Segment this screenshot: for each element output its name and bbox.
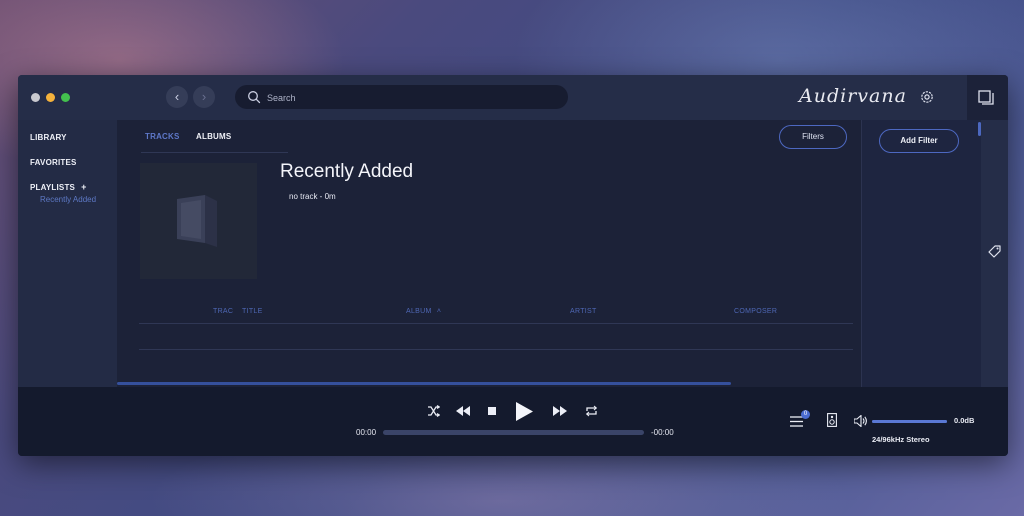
sidebar: LIBRARY FAVORITES PLAYLISTS + Recently Ad… <box>18 120 117 387</box>
settings-icon[interactable] <box>920 90 934 104</box>
main-content: TRACKS ALBUMS Filters Recently Added no … <box>117 120 861 387</box>
forward-button[interactable]: › <box>193 86 215 108</box>
filter-panel: Add Filter <box>861 120 982 387</box>
playback-progress-bar[interactable] <box>383 430 644 435</box>
search-input[interactable] <box>265 85 559 111</box>
column-header-title[interactable]: TITLE <box>242 308 263 315</box>
search-bar <box>235 85 568 111</box>
mini-player-toggle[interactable] <box>967 75 1008 120</box>
horizontal-scrollbar[interactable] <box>117 382 731 385</box>
table-header-divider <box>139 323 853 324</box>
speaker-device-icon[interactable] <box>827 413 837 427</box>
volume-slider[interactable] <box>872 420 947 423</box>
playlist-cover <box>140 163 257 279</box>
column-header-artist[interactable]: ARTIST <box>570 308 597 315</box>
repeat-icon[interactable] <box>585 405 598 417</box>
app-window: ‹ › Audirvana LIBRARY FAVORITES <box>18 75 1008 456</box>
album-placeholder-icon <box>177 195 217 247</box>
column-header-track[interactable]: TRAC <box>213 308 233 315</box>
stop-icon[interactable] <box>488 407 496 415</box>
volume-icon[interactable] <box>854 415 868 427</box>
volume-slider-fill <box>872 420 947 423</box>
close-window-button[interactable] <box>31 93 40 102</box>
queue-count-badge: 0 <box>801 410 810 419</box>
sidebar-item-favorites[interactable]: FAVORITES <box>30 158 77 167</box>
app-logo: Audirvana <box>799 85 907 107</box>
play-icon[interactable] <box>515 402 533 421</box>
audio-format-label: 24/96kHz Stereo <box>872 435 930 444</box>
player-bar: 00:00 -00:00 0 0.0dB 24/96kHz Stereo <box>18 387 1008 456</box>
volume-db-readout: 0.0dB <box>954 416 975 425</box>
tag-icon[interactable] <box>988 245 1001 258</box>
mini-player-icon <box>978 90 994 105</box>
previous-icon[interactable] <box>456 406 470 416</box>
sidebar-item-library[interactable]: LIBRARY <box>30 133 67 142</box>
table-row-divider <box>139 349 853 350</box>
playlist-title: Recently Added <box>280 161 414 182</box>
tab-albums[interactable]: ALBUMS <box>196 132 231 141</box>
column-header-album-label: ALBUM <box>406 308 432 315</box>
add-playlist-button[interactable]: + <box>81 182 86 192</box>
elapsed-time: 00:00 <box>356 428 377 437</box>
tab-divider <box>141 152 288 153</box>
shuffle-icon[interactable] <box>427 405 440 417</box>
title-bar: ‹ › Audirvana <box>18 75 1008 120</box>
search-icon <box>248 91 261 104</box>
add-filter-button[interactable]: Add Filter <box>879 129 959 153</box>
back-button[interactable]: ‹ <box>166 86 188 108</box>
next-icon[interactable] <box>553 406 567 416</box>
queue-icon[interactable] <box>790 416 803 427</box>
back-icon: ‹ <box>174 89 180 104</box>
filters-button[interactable]: Filters <box>779 125 847 149</box>
tab-tracks[interactable]: TRACKS <box>145 132 180 141</box>
forward-icon: › <box>201 89 207 104</box>
remaining-time: -00:00 <box>651 428 674 437</box>
sidebar-item-recently-added[interactable]: Recently Added <box>40 195 96 204</box>
maximize-window-button[interactable] <box>61 93 70 102</box>
playlist-meta: no track - 0m <box>289 192 336 201</box>
minimize-window-button[interactable] <box>46 93 55 102</box>
column-header-album[interactable]: ALBUM ˄ <box>406 308 441 315</box>
column-header-composer[interactable]: COMPOSER <box>734 308 777 315</box>
sidebar-playlists-label: PLAYLISTS <box>30 183 76 192</box>
side-strip <box>981 120 1008 387</box>
sidebar-item-playlists[interactable]: PLAYLISTS + <box>30 182 87 192</box>
sort-ascending-icon: ˄ <box>436 308 442 315</box>
